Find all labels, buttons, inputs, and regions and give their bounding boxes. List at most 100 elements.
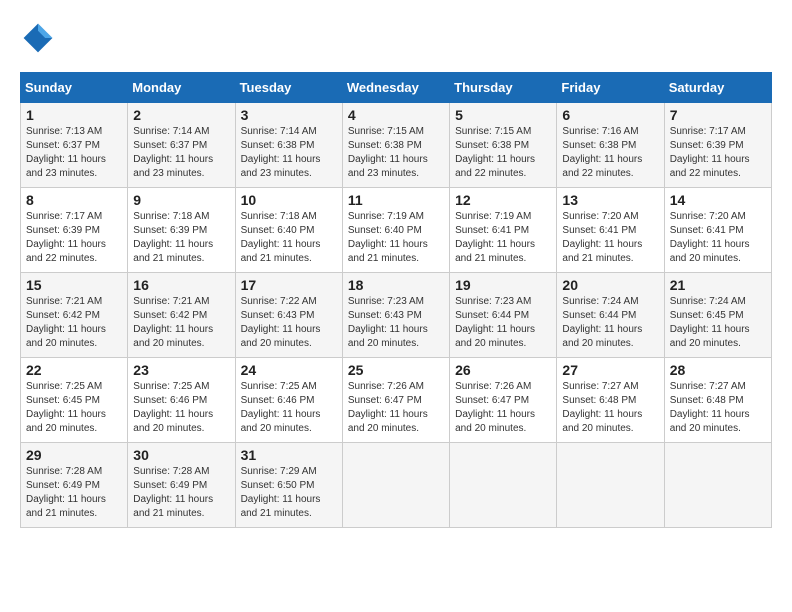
calendar-cell: 15 Sunrise: 7:21 AM Sunset: 6:42 PM Dayl… (21, 273, 128, 358)
day-number: 24 (241, 362, 337, 378)
calendar-week-2: 8 Sunrise: 7:17 AM Sunset: 6:39 PM Dayli… (21, 188, 772, 273)
day-info: Sunrise: 7:21 AM Sunset: 6:42 PM Dayligh… (133, 295, 229, 351)
day-info: Sunrise: 7:17 AM Sunset: 6:39 PM Dayligh… (670, 125, 766, 181)
header-cell-saturday: Saturday (664, 73, 771, 103)
calendar-cell (664, 443, 771, 528)
day-info: Sunrise: 7:20 AM Sunset: 6:41 PM Dayligh… (562, 210, 658, 266)
calendar-body: 1 Sunrise: 7:13 AM Sunset: 6:37 PM Dayli… (21, 103, 772, 528)
day-number: 14 (670, 192, 766, 208)
day-info: Sunrise: 7:17 AM Sunset: 6:39 PM Dayligh… (26, 210, 122, 266)
day-info: Sunrise: 7:28 AM Sunset: 6:49 PM Dayligh… (26, 465, 122, 521)
day-number: 7 (670, 107, 766, 123)
day-number: 26 (455, 362, 551, 378)
calendar-cell: 10 Sunrise: 7:18 AM Sunset: 6:40 PM Dayl… (235, 188, 342, 273)
header-cell-friday: Friday (557, 73, 664, 103)
day-number: 10 (241, 192, 337, 208)
day-info: Sunrise: 7:19 AM Sunset: 6:40 PM Dayligh… (348, 210, 444, 266)
calendar-cell: 19 Sunrise: 7:23 AM Sunset: 6:44 PM Dayl… (450, 273, 557, 358)
calendar-cell (557, 443, 664, 528)
day-info: Sunrise: 7:24 AM Sunset: 6:45 PM Dayligh… (670, 295, 766, 351)
day-info: Sunrise: 7:29 AM Sunset: 6:50 PM Dayligh… (241, 465, 337, 521)
day-info: Sunrise: 7:21 AM Sunset: 6:42 PM Dayligh… (26, 295, 122, 351)
calendar-cell (450, 443, 557, 528)
day-number: 20 (562, 277, 658, 293)
day-info: Sunrise: 7:23 AM Sunset: 6:44 PM Dayligh… (455, 295, 551, 351)
logo (20, 20, 62, 56)
day-number: 1 (26, 107, 122, 123)
calendar-cell: 12 Sunrise: 7:19 AM Sunset: 6:41 PM Dayl… (450, 188, 557, 273)
day-number: 2 (133, 107, 229, 123)
day-number: 13 (562, 192, 658, 208)
calendar-week-3: 15 Sunrise: 7:21 AM Sunset: 6:42 PM Dayl… (21, 273, 772, 358)
day-number: 5 (455, 107, 551, 123)
calendar-cell: 1 Sunrise: 7:13 AM Sunset: 6:37 PM Dayli… (21, 103, 128, 188)
day-info: Sunrise: 7:28 AM Sunset: 6:49 PM Dayligh… (133, 465, 229, 521)
header-cell-tuesday: Tuesday (235, 73, 342, 103)
day-number: 18 (348, 277, 444, 293)
calendar-table: SundayMondayTuesdayWednesdayThursdayFrid… (20, 72, 772, 528)
day-info: Sunrise: 7:13 AM Sunset: 6:37 PM Dayligh… (26, 125, 122, 181)
header-cell-monday: Monday (128, 73, 235, 103)
calendar-cell: 25 Sunrise: 7:26 AM Sunset: 6:47 PM Dayl… (342, 358, 449, 443)
header-cell-thursday: Thursday (450, 73, 557, 103)
day-info: Sunrise: 7:26 AM Sunset: 6:47 PM Dayligh… (455, 380, 551, 436)
day-number: 29 (26, 447, 122, 463)
day-number: 9 (133, 192, 229, 208)
calendar-cell: 16 Sunrise: 7:21 AM Sunset: 6:42 PM Dayl… (128, 273, 235, 358)
day-info: Sunrise: 7:19 AM Sunset: 6:41 PM Dayligh… (455, 210, 551, 266)
calendar-cell: 28 Sunrise: 7:27 AM Sunset: 6:48 PM Dayl… (664, 358, 771, 443)
day-info: Sunrise: 7:25 AM Sunset: 6:45 PM Dayligh… (26, 380, 122, 436)
calendar-cell: 22 Sunrise: 7:25 AM Sunset: 6:45 PM Dayl… (21, 358, 128, 443)
calendar-cell: 20 Sunrise: 7:24 AM Sunset: 6:44 PM Dayl… (557, 273, 664, 358)
calendar-cell: 11 Sunrise: 7:19 AM Sunset: 6:40 PM Dayl… (342, 188, 449, 273)
day-number: 23 (133, 362, 229, 378)
day-number: 25 (348, 362, 444, 378)
day-number: 15 (26, 277, 122, 293)
day-info: Sunrise: 7:20 AM Sunset: 6:41 PM Dayligh… (670, 210, 766, 266)
calendar-cell: 3 Sunrise: 7:14 AM Sunset: 6:38 PM Dayli… (235, 103, 342, 188)
day-number: 6 (562, 107, 658, 123)
calendar-cell: 13 Sunrise: 7:20 AM Sunset: 6:41 PM Dayl… (557, 188, 664, 273)
day-number: 4 (348, 107, 444, 123)
calendar-cell: 5 Sunrise: 7:15 AM Sunset: 6:38 PM Dayli… (450, 103, 557, 188)
day-info: Sunrise: 7:15 AM Sunset: 6:38 PM Dayligh… (348, 125, 444, 181)
calendar-cell: 17 Sunrise: 7:22 AM Sunset: 6:43 PM Dayl… (235, 273, 342, 358)
day-info: Sunrise: 7:18 AM Sunset: 6:40 PM Dayligh… (241, 210, 337, 266)
day-number: 27 (562, 362, 658, 378)
calendar-cell: 18 Sunrise: 7:23 AM Sunset: 6:43 PM Dayl… (342, 273, 449, 358)
day-number: 11 (348, 192, 444, 208)
day-number: 28 (670, 362, 766, 378)
calendar-week-1: 1 Sunrise: 7:13 AM Sunset: 6:37 PM Dayli… (21, 103, 772, 188)
day-number: 3 (241, 107, 337, 123)
day-info: Sunrise: 7:15 AM Sunset: 6:38 PM Dayligh… (455, 125, 551, 181)
calendar-cell: 9 Sunrise: 7:18 AM Sunset: 6:39 PM Dayli… (128, 188, 235, 273)
day-info: Sunrise: 7:27 AM Sunset: 6:48 PM Dayligh… (562, 380, 658, 436)
day-info: Sunrise: 7:24 AM Sunset: 6:44 PM Dayligh… (562, 295, 658, 351)
day-info: Sunrise: 7:27 AM Sunset: 6:48 PM Dayligh… (670, 380, 766, 436)
day-info: Sunrise: 7:22 AM Sunset: 6:43 PM Dayligh… (241, 295, 337, 351)
calendar-cell: 27 Sunrise: 7:27 AM Sunset: 6:48 PM Dayl… (557, 358, 664, 443)
day-number: 19 (455, 277, 551, 293)
day-info: Sunrise: 7:25 AM Sunset: 6:46 PM Dayligh… (133, 380, 229, 436)
day-info: Sunrise: 7:16 AM Sunset: 6:38 PM Dayligh… (562, 125, 658, 181)
calendar-cell: 31 Sunrise: 7:29 AM Sunset: 6:50 PM Dayl… (235, 443, 342, 528)
calendar-week-4: 22 Sunrise: 7:25 AM Sunset: 6:45 PM Dayl… (21, 358, 772, 443)
calendar-cell: 4 Sunrise: 7:15 AM Sunset: 6:38 PM Dayli… (342, 103, 449, 188)
day-number: 8 (26, 192, 122, 208)
calendar-cell: 2 Sunrise: 7:14 AM Sunset: 6:37 PM Dayli… (128, 103, 235, 188)
calendar-cell (342, 443, 449, 528)
day-info: Sunrise: 7:18 AM Sunset: 6:39 PM Dayligh… (133, 210, 229, 266)
calendar-cell: 6 Sunrise: 7:16 AM Sunset: 6:38 PM Dayli… (557, 103, 664, 188)
calendar-cell: 24 Sunrise: 7:25 AM Sunset: 6:46 PM Dayl… (235, 358, 342, 443)
header-cell-wednesday: Wednesday (342, 73, 449, 103)
day-info: Sunrise: 7:14 AM Sunset: 6:38 PM Dayligh… (241, 125, 337, 181)
day-info: Sunrise: 7:14 AM Sunset: 6:37 PM Dayligh… (133, 125, 229, 181)
day-info: Sunrise: 7:26 AM Sunset: 6:47 PM Dayligh… (348, 380, 444, 436)
header-row: SundayMondayTuesdayWednesdayThursdayFrid… (21, 73, 772, 103)
day-number: 22 (26, 362, 122, 378)
day-number: 17 (241, 277, 337, 293)
day-info: Sunrise: 7:25 AM Sunset: 6:46 PM Dayligh… (241, 380, 337, 436)
calendar-cell: 29 Sunrise: 7:28 AM Sunset: 6:49 PM Dayl… (21, 443, 128, 528)
calendar-cell: 26 Sunrise: 7:26 AM Sunset: 6:47 PM Dayl… (450, 358, 557, 443)
day-number: 16 (133, 277, 229, 293)
